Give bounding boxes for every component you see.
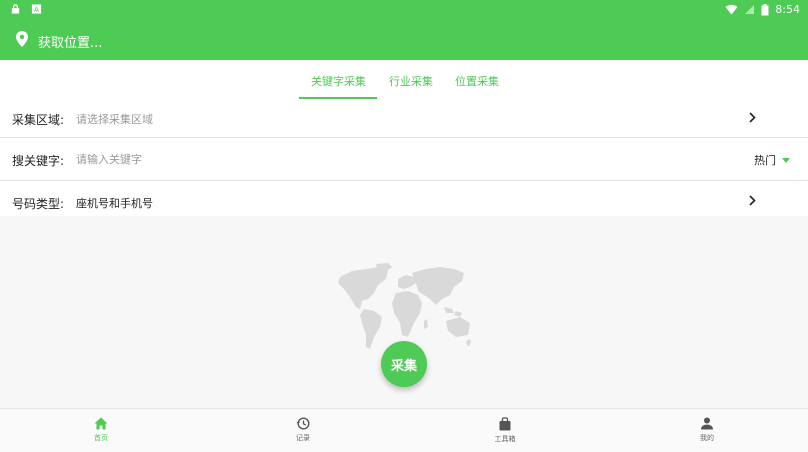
hot-keywords-dropdown[interactable]: 热门 [754, 152, 790, 168]
wifi-icon [725, 4, 738, 15]
signal-icon [745, 5, 755, 14]
number-type-value[interactable]: 座机号和手机号 [76, 195, 153, 211]
svg-text:A: A [34, 5, 39, 14]
number-type-row[interactable]: 号码类型: 座机号和手机号 [0, 181, 808, 216]
chevron-right-icon[interactable] [749, 112, 756, 123]
app-bar: 获取位置... [0, 20, 808, 60]
bottom-nav: 首页 记录 工具箱 我的 [0, 408, 808, 452]
nav-history-label: 记录 [296, 434, 310, 442]
collect-button[interactable]: 采集 [381, 341, 427, 387]
battery-icon [761, 3, 769, 15]
tab-location-collect[interactable]: 位置采集 [455, 73, 499, 89]
home-icon [94, 417, 108, 430]
tab-bar: 关键字采集 行业采集 位置采集 [0, 60, 808, 100]
history-icon [296, 417, 310, 430]
nav-home-label: 首页 [94, 434, 108, 442]
toolbox-icon [499, 417, 511, 431]
location-pin-icon[interactable] [16, 31, 28, 47]
nav-home[interactable]: 首页 [71, 417, 131, 443]
nav-me-label: 我的 [700, 434, 714, 442]
status-bar: A 8:54 [0, 0, 808, 20]
dropdown-caret-icon [782, 157, 790, 163]
hot-label: 热门 [754, 154, 776, 167]
app-notification-icon: A [31, 4, 42, 14]
active-tab-indicator [299, 97, 377, 99]
number-type-label: 号码类型: [12, 197, 65, 211]
keyword-label: 搜关键字: [12, 154, 65, 168]
tab-keyword-collect[interactable]: 关键字采集 [311, 73, 366, 89]
keyword-row: 搜关键字: 请输入关键字 热门 [0, 138, 808, 180]
person-icon [701, 417, 713, 430]
location-title[interactable]: 获取位置... [38, 32, 102, 51]
region-select[interactable]: 请选择采集区域 [76, 111, 153, 127]
nav-me[interactable]: 我的 [677, 417, 737, 443]
region-label: 采集区域: [12, 113, 65, 127]
region-row[interactable]: 采集区域: 请选择采集区域 [0, 100, 808, 137]
nav-history[interactable]: 记录 [273, 417, 333, 443]
nav-toolbox-label: 工具箱 [494, 435, 516, 443]
world-map-icon [338, 263, 471, 349]
tab-industry-collect[interactable]: 行业采集 [389, 73, 433, 89]
keyword-input[interactable]: 请输入关键字 [76, 151, 142, 167]
nav-toolbox[interactable]: 工具箱 [475, 417, 535, 444]
chevron-right-icon[interactable] [749, 195, 756, 206]
clock: 8:54 [775, 3, 800, 16]
lock-notification-icon [11, 4, 20, 14]
